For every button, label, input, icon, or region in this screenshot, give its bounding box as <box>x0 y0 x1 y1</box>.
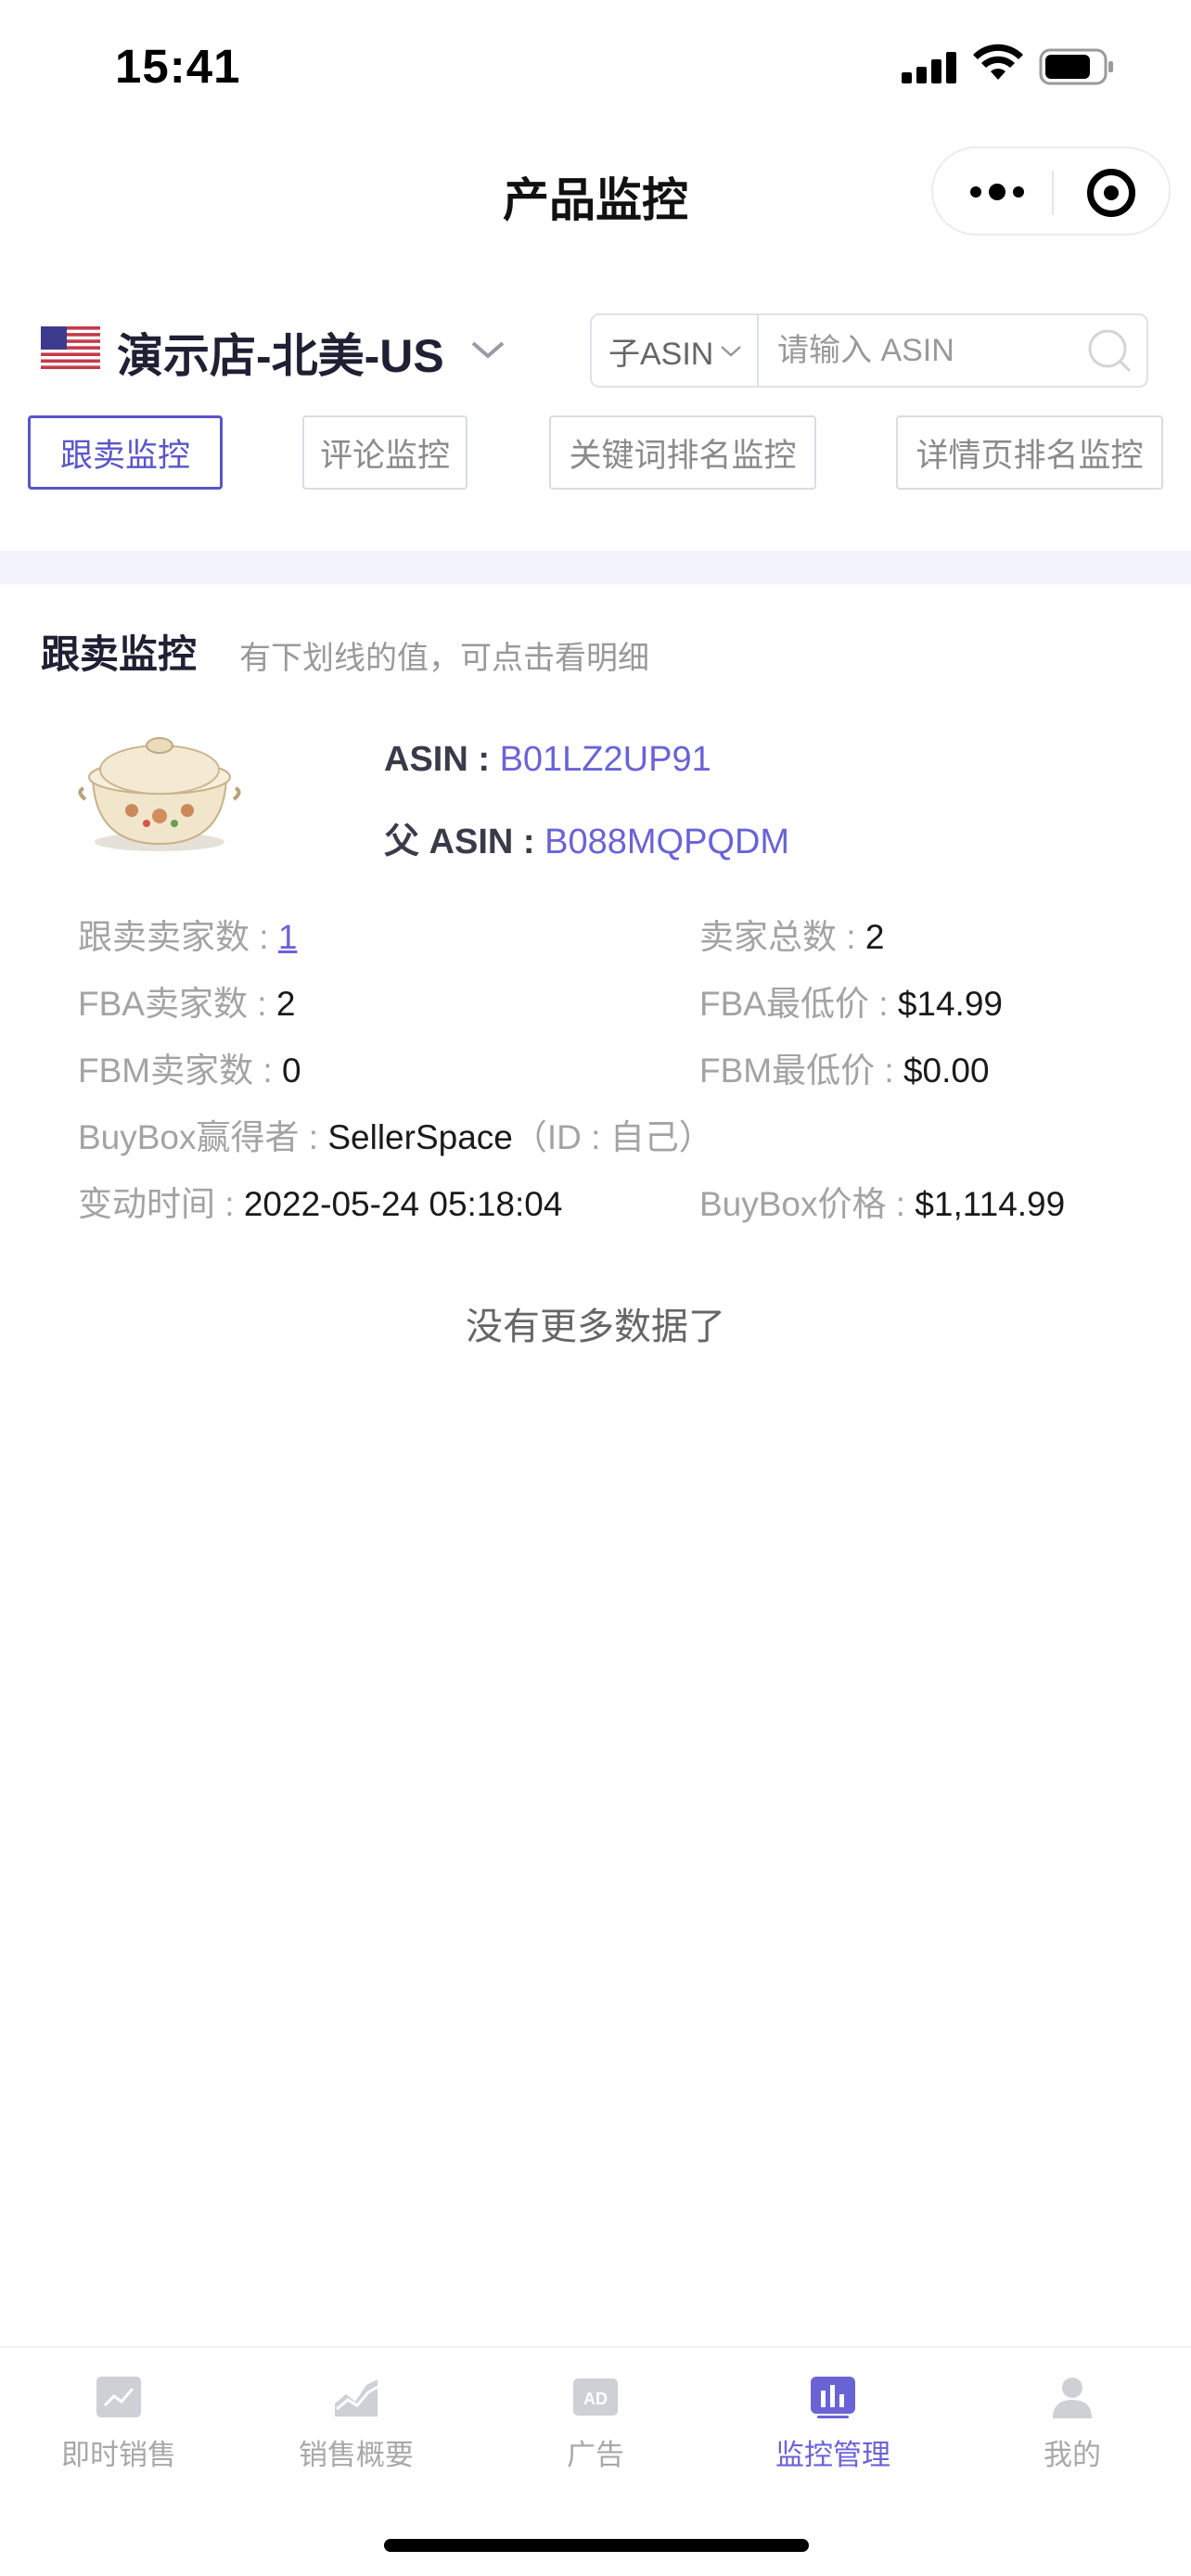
asin-type-select[interactable]: 子ASIN <box>592 315 759 386</box>
wifi-icon <box>973 44 1023 80</box>
battery-icon <box>1039 48 1113 85</box>
miniprogram-capsule <box>931 147 1171 236</box>
stat-label: BuyBox赢得者 : <box>78 1118 328 1156</box>
area-chart-icon <box>335 2379 378 2417</box>
tabbar-item-me[interactable]: 我的 <box>980 2376 1165 2473</box>
stat-label: BuyBox价格 : <box>699 1185 916 1223</box>
tab-keyword-rank[interactable]: 关键词排名监控 <box>549 415 816 490</box>
asin-row: ASIN : B01LZ2UP91 <box>384 740 711 780</box>
list-end-text: 没有更多数据了 <box>466 1307 725 1347</box>
fba-lowest-stat: FBA最低价 : $14.99 <box>699 976 1003 1026</box>
tabbar-label: 我的 <box>1044 2439 1101 2471</box>
buybox-winner-stat: BuyBox赢得者 : SellerSpace（ID : 自己） <box>78 1109 713 1159</box>
buybox-winner-note: （ID : 自己） <box>512 1118 713 1156</box>
parent-asin-row: 父 ASIN : B088MQPQDM <box>384 812 789 863</box>
tab-follow-sell[interactable]: 跟卖监控 <box>28 415 223 490</box>
chevron-down-icon[interactable] <box>469 336 506 363</box>
buybox-price-value: $1,114.99 <box>915 1185 1066 1223</box>
asin-value[interactable]: B01LZ2UP91 <box>500 740 711 779</box>
asin-label: ASIN : <box>384 740 490 779</box>
tabbar-label: 监控管理 <box>775 2439 890 2471</box>
more-icon[interactable] <box>970 184 1024 200</box>
asin-search-input[interactable] <box>777 315 1093 386</box>
product-image[interactable] <box>67 714 252 862</box>
section-hint: 有下划线的值，可点击看明细 <box>239 641 649 676</box>
tabbar-label: 即时销售 <box>61 2439 176 2471</box>
asin-type-label: 子ASIN <box>608 336 714 372</box>
fbm-lowest-stat: FBM最低价 : $0.00 <box>699 1042 990 1092</box>
us-flag-icon <box>41 326 100 369</box>
stat-label: 跟卖卖家数 : <box>78 918 278 956</box>
stat-label: 卖家总数 : <box>699 918 865 956</box>
search-icon[interactable] <box>1087 328 1133 375</box>
buybox-price-stat: BuyBox价格 : $1,114.99 <box>699 1176 1065 1226</box>
realtime-chart-icon <box>96 2377 141 2417</box>
ad-icon: AD <box>573 2378 618 2416</box>
tabbar-label: 销售概要 <box>299 2439 414 2471</box>
follow-sellers-value[interactable]: 1 <box>278 918 298 956</box>
stat-label: FBM最低价 : <box>699 1052 903 1090</box>
fbm-sellers-value: 0 <box>281 1052 301 1090</box>
parent-asin-value[interactable]: B088MQPQDM <box>544 823 789 861</box>
person-icon <box>1053 2378 1092 2418</box>
tabbar-item-sales-overview[interactable]: 销售概要 <box>263 2376 449 2473</box>
chevron-down-icon <box>721 346 742 357</box>
stat-label: FBA卖家数 : <box>78 985 276 1023</box>
tab-detail-rank[interactable]: 详情页排名监控 <box>896 415 1163 490</box>
monitor-bar-icon <box>811 2377 855 2418</box>
tabbar-item-monitor[interactable]: 监控管理 <box>740 2376 926 2473</box>
fbm-sellers-stat: FBM卖家数 : 0 <box>78 1042 301 1092</box>
status-time: 15:41 <box>115 40 241 93</box>
stat-label: FBM卖家数 : <box>78 1052 282 1090</box>
section-title: 跟卖监控 <box>41 632 198 676</box>
close-target-icon[interactable] <box>1087 169 1135 217</box>
change-time-stat: 变动时间 : 2022-05-24 05:18:04 <box>78 1176 562 1226</box>
tab-review[interactable]: 评论监控 <box>302 415 467 490</box>
fba-sellers-value: 2 <box>275 985 296 1023</box>
fba-lowest-value: $14.99 <box>897 985 1003 1023</box>
buybox-winner-value: SellerSpace <box>327 1118 513 1156</box>
total-sellers-stat: 卖家总数 : 2 <box>699 909 884 959</box>
fbm-lowest-value: $0.00 <box>903 1052 990 1090</box>
svg-text:AD: AD <box>583 2390 608 2408</box>
change-time-value: 2022-05-24 05:18:04 <box>243 1185 563 1223</box>
section-divider <box>0 551 1191 584</box>
tabbar-item-ads[interactable]: AD 广告 <box>503 2376 688 2473</box>
store-name[interactable]: 演示店-北美-US <box>117 319 444 386</box>
home-indicator <box>384 2539 809 2552</box>
capsule-divider <box>1052 171 1054 215</box>
parent-asin-label: 父 ASIN : <box>384 823 535 861</box>
cellular-signal-icon <box>902 48 959 83</box>
follow-sellers-stat: 跟卖卖家数 : 1 <box>78 909 297 959</box>
fba-sellers-stat: FBA卖家数 : 2 <box>78 976 295 1026</box>
asin-search-box: 子ASIN <box>590 313 1148 388</box>
total-sellers-value: 2 <box>864 918 885 956</box>
stat-label: FBA最低价 : <box>699 985 898 1023</box>
tabbar-item-realtime-sales[interactable]: 即时销售 <box>26 2376 211 2473</box>
tabbar-label: 广告 <box>567 2439 624 2471</box>
stat-label: 变动时间 : <box>78 1185 244 1223</box>
